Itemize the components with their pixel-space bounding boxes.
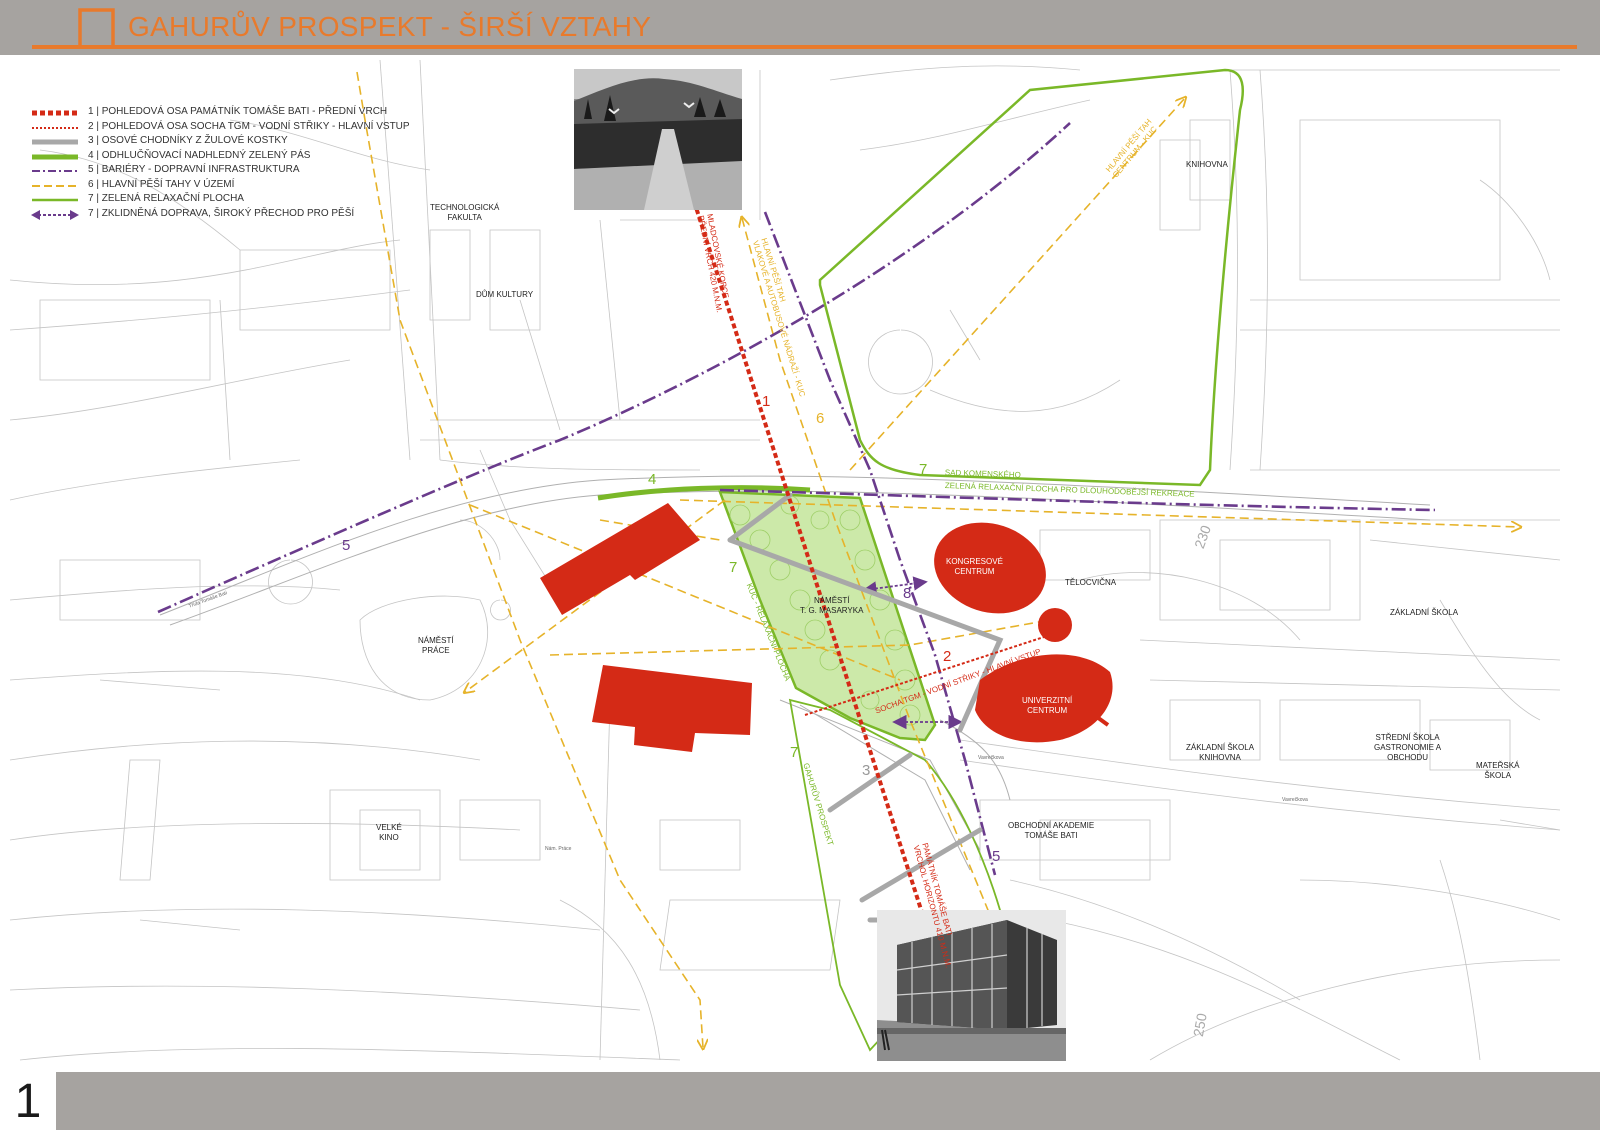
- header-accent-line: [32, 45, 1577, 49]
- page-title: GAHURŮV PROSPEKT - ŠIRŠÍ VZTAHY: [128, 11, 652, 42]
- label-univerzitni-centrum: UNIVERZITNÍ CENTRUM: [1022, 696, 1073, 715]
- road-label-c: Vavrečkova: [978, 755, 1004, 761]
- label-zs-knihovna: ZÁKLADNÍ ŠKOLA KNIHOVNA: [1186, 743, 1255, 762]
- label-namesti-prace: NÁMĚSTÍ PRÁCE: [418, 636, 454, 655]
- label-stredni-skola: STŘEDNÍ ŠKOLA GASTRONOMIE A OBCHODU: [1374, 733, 1442, 762]
- legend-item-7: 7 | ZELENÁ RELAXAČNÍ PLOCHA: [30, 193, 470, 208]
- legend-label: 4 | ODHLUČŇOVACÍ NADHLEDNÝ ZELENÝ PÁS: [88, 149, 311, 161]
- building-sw: [592, 665, 752, 752]
- legend-purple-double-arrow-icon: [31, 209, 79, 220]
- axis-number-1: 1: [762, 393, 771, 410]
- legend-item-3: 3 | OSOVÉ CHODNÍKY Z ŽULOVÉ KOSTKY: [30, 135, 470, 150]
- legend-label: 3 | OSOVÉ CHODNÍKY Z ŽULOVÉ KOSTKY: [88, 135, 288, 146]
- legend-red-thin-dotted-icon: [32, 126, 78, 129]
- building-nw: [540, 503, 700, 615]
- axis-number-5b: 5: [992, 848, 1001, 865]
- legend: 1 | POHLEDOVÁ OSA PAMÁTNÍK TOMÁŠE BATI -…: [30, 106, 470, 222]
- legend-item-6: 6 | HLAVNÍ PĚŠÍ TAHY V ÚZEMÍ: [30, 179, 470, 194]
- label-zakladni-skola: ZÁKLADNÍ ŠKOLA: [1390, 608, 1459, 617]
- label-kongresove-centrum: KONGRESOVÉ CENTRUM: [946, 557, 1003, 576]
- photo-landscape-icon: [574, 69, 742, 210]
- photo-building-icon: [877, 910, 1066, 1061]
- legend-label: 5 | BARIÉRY - DOPRAVNÍ INFRASTRUKTURA: [88, 164, 300, 175]
- axis-number-7b: 7: [729, 559, 738, 576]
- footer-bar: [0, 1072, 1600, 1130]
- road-label-d: Vavrečkova: [1282, 797, 1308, 803]
- label-knihovna: KNIHOVNA: [1186, 160, 1228, 169]
- logo-icon: [78, 8, 115, 47]
- legend-item-2: 2 | POHLEDOVÁ OSA SOCHA TGM - VODNÍ STŘI…: [30, 121, 470, 136]
- legend-label: 1 | POHLEDOVÁ OSA PAMÁTNÍK TOMÁŠE BATI -…: [88, 106, 388, 117]
- label-namesti-tgm: NÁMĚSTÍ T. G. MASARYKA: [800, 596, 864, 615]
- label-velke-kino: VELKÉ KINO: [376, 823, 402, 842]
- legend-red-thick-dotted-icon: [32, 110, 78, 116]
- axis-number-4: 4: [648, 471, 657, 488]
- legend-label: 6 | HLAVNÍ PĚŠÍ TAHY V ÚZEMÍ: [88, 178, 235, 190]
- legend-label: 7 | ZELENÁ RELAXAČNÍ PLOCHA: [88, 193, 244, 204]
- legend-purple-dashdot-icon: [32, 170, 78, 172]
- axis-number-3: 3: [862, 762, 871, 779]
- legend-green-thin-icon: [32, 198, 78, 202]
- axis-number-8: 8: [903, 585, 912, 602]
- label-telocvicna: TĚLOCVIČNA: [1065, 578, 1117, 587]
- green-relaxation-sad-komenskeho: [818, 68, 1244, 487]
- axis-number-6: 6: [816, 410, 825, 427]
- legend-label: 7 | ZKLIDNĚNÁ DOPRAVA, ŠIROKÝ PŘECHOD PR…: [88, 207, 355, 219]
- legend-yellow-dashed-icon: [32, 184, 78, 187]
- axis-number-7c: 7: [790, 744, 799, 761]
- photo-mladcovske-kopce: [574, 69, 742, 210]
- legend-item-8: 7 | ZKLIDNĚNÁ DOPRAVA, ŠIROKÝ PŘECHOD PR…: [30, 208, 470, 223]
- axis-number-7a: 7: [919, 461, 928, 478]
- axis-number-5a: 5: [342, 537, 351, 554]
- label-obchodni-akademie: OBCHODNÍ AKADEMIE TOMÁŠE BATI: [1008, 821, 1095, 840]
- legend-item-1: 1 | POHLEDOVÁ OSA PAMÁTNÍK TOMÁŠE BATI -…: [30, 106, 470, 121]
- fountain: [1038, 608, 1072, 642]
- page-number: 1: [14, 1075, 42, 1128]
- legend-item-4: 4 | ODHLUČŇOVACÍ NADHLEDNÝ ZELENÝ PÁS: [30, 150, 470, 165]
- road-label-b: Nám. Práce: [545, 846, 572, 852]
- legend-green-thick-icon: [32, 154, 78, 159]
- label-dum-kultury: DŮM KULTURY: [476, 290, 534, 299]
- axis-number-2: 2: [943, 648, 952, 665]
- photo-pamatnik-tomase-bati: [877, 910, 1066, 1061]
- legend-label: 2 | POHLEDOVÁ OSA SOCHA TGM - VODNÍ STŘI…: [88, 120, 410, 132]
- label-technologicka-fakulta: TECHNOLOGICKÁ FAKULTA: [430, 203, 500, 222]
- label-materska-skola: MATEŘSKÁ ŠKOLA: [1476, 761, 1520, 780]
- legend-gray-thick-icon: [32, 139, 78, 145]
- legend-item-5: 5 | BARIÉRY - DOPRAVNÍ INFRASTRUKTURA: [30, 164, 470, 179]
